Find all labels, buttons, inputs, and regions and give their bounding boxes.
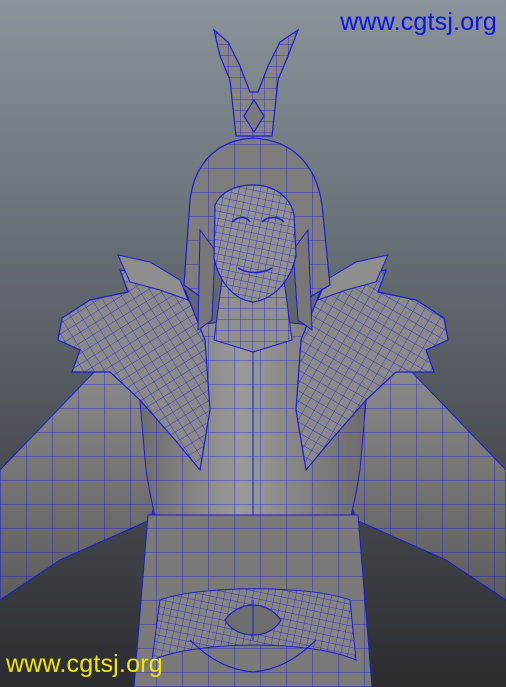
lower-armor: [133, 514, 373, 687]
wireframe-character-model: [0, 0, 506, 687]
watermark-bottom: www.cgtsj.org: [6, 650, 163, 678]
viewport-3d[interactable]: www.cgtsj.org www.cgtsj.org: [0, 0, 506, 687]
watermark-top: www.cgtsj.org: [340, 8, 497, 36]
